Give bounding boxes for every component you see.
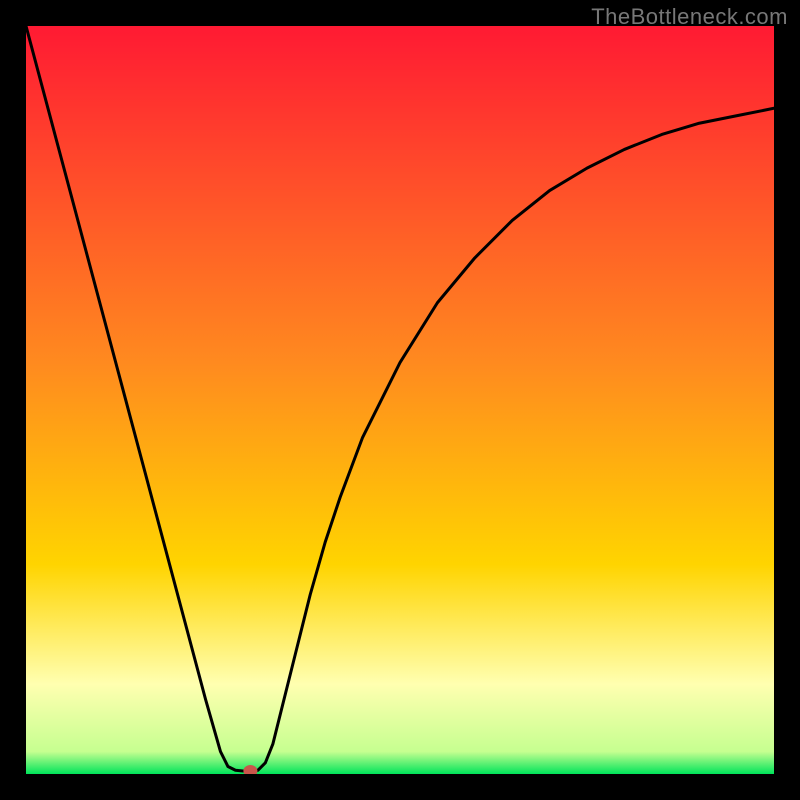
plot-area [26, 26, 774, 774]
chart-frame: TheBottleneck.com [0, 0, 800, 800]
chart-svg [26, 26, 774, 774]
gradient-background [26, 26, 774, 774]
